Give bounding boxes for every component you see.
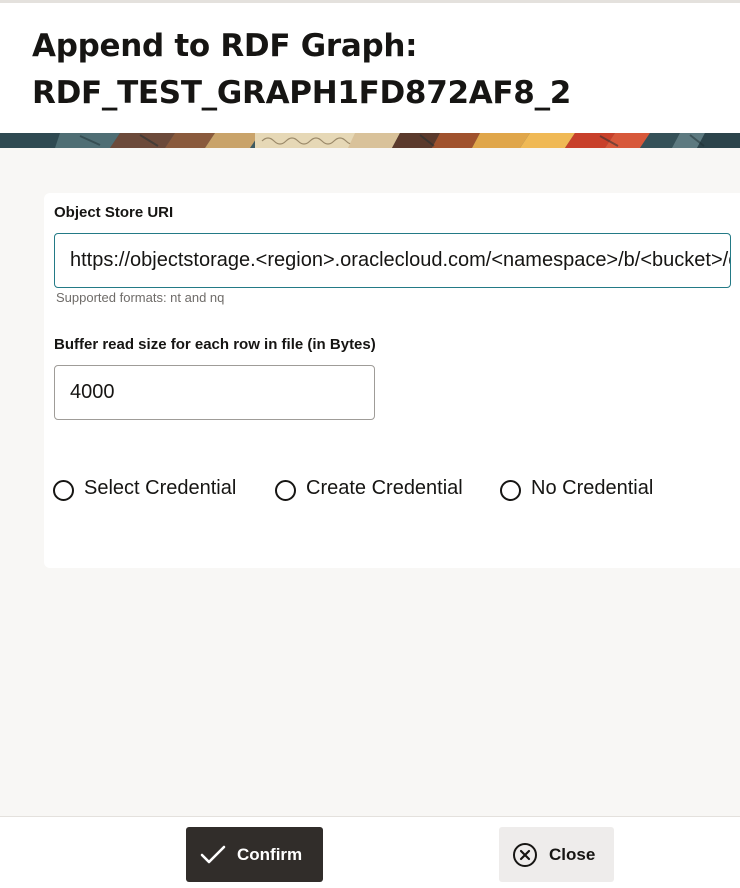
radio-button-unchecked-icon[interactable] — [500, 479, 521, 501]
buffer-size-label: Buffer read size for each row in file (i… — [54, 336, 376, 353]
select-credential-option[interactable]: Select Credential — [53, 475, 236, 501]
decorative-pattern-graphic — [0, 133, 740, 148]
radio-button-unchecked-icon[interactable] — [275, 479, 296, 501]
no-credential-option[interactable]: No Credential — [500, 475, 653, 501]
no-credential-label: No Credential — [531, 476, 654, 499]
form-card: Object Store URI https://objectstorage.<… — [44, 193, 740, 568]
confirm-button[interactable]: Confirm — [186, 827, 323, 882]
circle-x-icon — [512, 842, 538, 868]
dialog-title-line-2: RDF_TEST_GRAPH1FD872AF8_2 — [32, 75, 572, 111]
decorative-pattern-band — [0, 133, 740, 148]
checkmark-icon — [200, 845, 226, 865]
dialog-header: Append to RDF Graph: RDF_TEST_GRAPH1FD87… — [0, 3, 740, 133]
close-button-label: Close — [549, 844, 596, 864]
dialog-footer: Confirm Close — [0, 816, 740, 888]
radio-button-unchecked-icon[interactable] — [53, 479, 74, 501]
dialog-title-line-1: Append to RDF Graph: — [32, 28, 418, 64]
close-button[interactable]: Close — [499, 827, 614, 882]
dialog-body: Object Store URI https://objectstorage.<… — [0, 148, 740, 816]
create-credential-option[interactable]: Create Credential — [275, 475, 463, 501]
dialog-title: Append to RDF Graph: RDF_TEST_GRAPH1FD87… — [32, 23, 712, 117]
create-credential-label: Create Credential — [306, 476, 463, 499]
select-credential-label: Select Credential — [84, 476, 237, 499]
credential-radio-group: Select Credential Create Credential No C… — [53, 475, 733, 501]
object-store-uri-label: Object Store URI — [54, 204, 174, 221]
supported-formats-hint: Supported formats: nt and nq — [56, 290, 225, 305]
confirm-button-label: Confirm — [237, 844, 303, 864]
buffer-size-input[interactable]: 4000 — [54, 365, 375, 420]
object-store-uri-input[interactable]: https://objectstorage.<region>.oracleclo… — [54, 233, 731, 288]
